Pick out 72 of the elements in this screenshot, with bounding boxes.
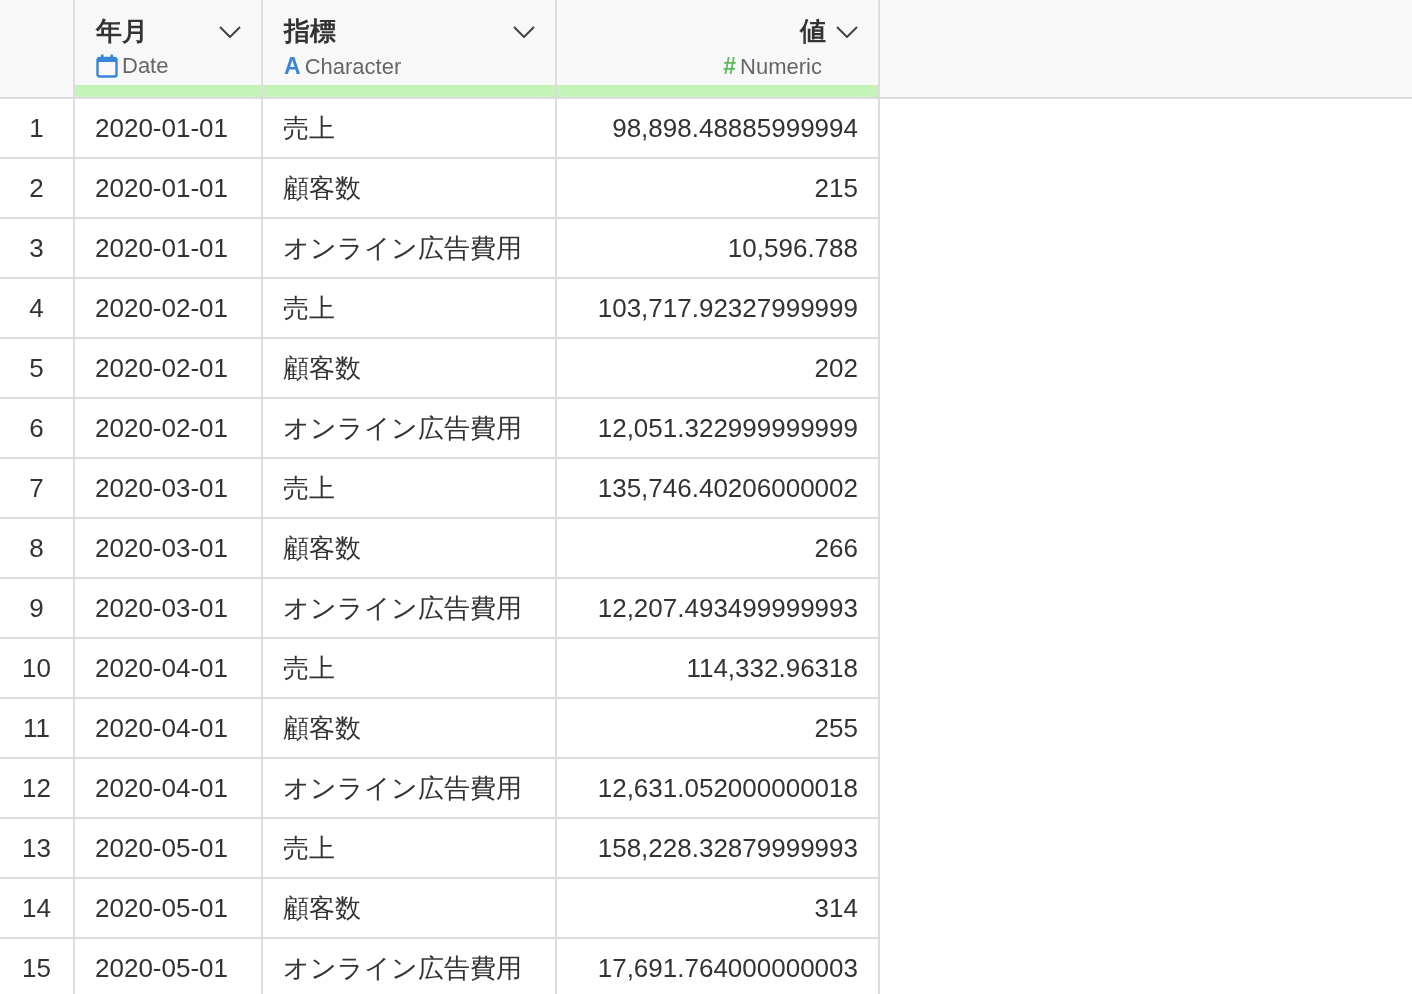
table-cell: 顧客数 (263, 519, 557, 579)
table-cell: 顧客数 (263, 879, 557, 939)
row-number: 6 (0, 399, 75, 459)
table-cell: 12,051.322999999999 (557, 399, 880, 459)
chevron-down-icon[interactable] (513, 25, 535, 38)
table-cell: 114,332.96318 (557, 639, 880, 699)
row-number: 4 (0, 279, 75, 339)
row-number: 14 (0, 879, 75, 939)
row-number: 15 (0, 939, 75, 994)
hash-icon: # (723, 53, 737, 80)
table-cell: 135,746.40206000002 (557, 459, 880, 519)
row-number: 3 (0, 219, 75, 279)
table-cell: 2020-03-01 (75, 579, 263, 639)
table-cell: 2020-04-01 (75, 699, 263, 759)
row-number: 7 (0, 459, 75, 519)
row-number: 13 (0, 819, 75, 879)
table-cell: 売上 (263, 819, 557, 879)
column-type-label: Character (304, 53, 402, 80)
table-cell: 202 (557, 339, 880, 399)
table-cell: 2020-02-01 (75, 339, 263, 399)
row-number: 8 (0, 519, 75, 579)
row-number: 11 (0, 699, 75, 759)
row-number: 2 (0, 159, 75, 219)
table-cell: 158,228.32879999993 (557, 819, 880, 879)
chevron-down-icon[interactable] (836, 25, 858, 38)
table-cell: 2020-05-01 (75, 879, 263, 939)
row-number: 5 (0, 339, 75, 399)
table-cell: 2020-04-01 (75, 639, 263, 699)
column-title: 値 (798, 15, 826, 48)
table-cell: 顧客数 (263, 699, 557, 759)
table-cell: 顧客数 (263, 339, 557, 399)
table-cell: 売上 (263, 99, 557, 159)
table-cell: 98,898.48885999994 (557, 99, 880, 159)
table-cell: 2020-04-01 (75, 759, 263, 819)
column-type-label: Date (122, 53, 169, 79)
calendar-icon (96, 54, 118, 78)
table-cell: 2020-01-01 (75, 99, 263, 159)
table-cell: 103,717.92327999999 (557, 279, 880, 339)
table-cell: 17,691.764000000003 (557, 939, 880, 994)
column-title: 指標 (284, 15, 337, 48)
column-title: 年月 (96, 15, 149, 48)
table-cell: 2020-02-01 (75, 279, 263, 339)
table-cell: 2020-03-01 (75, 459, 263, 519)
table-cell: 314 (557, 879, 880, 939)
row-number: 9 (0, 579, 75, 639)
row-number: 12 (0, 759, 75, 819)
row-number: 10 (0, 639, 75, 699)
table-cell: 255 (557, 699, 880, 759)
table-cell: 12,207.493499999993 (557, 579, 880, 639)
table-cell: オンライン広告費用 (263, 399, 557, 459)
chevron-down-icon[interactable] (219, 25, 241, 38)
table-cell: 2020-03-01 (75, 519, 263, 579)
table-cell: オンライン広告費用 (263, 219, 557, 279)
table-cell: 2020-01-01 (75, 219, 263, 279)
table-cell: 2020-05-01 (75, 939, 263, 994)
row-number: 1 (0, 99, 75, 159)
table-cell: 12,631.052000000018 (557, 759, 880, 819)
table-cell: 顧客数 (263, 159, 557, 219)
table-cell: 売上 (263, 459, 557, 519)
letter-a-icon: A (284, 53, 301, 80)
table-cell: 215 (557, 159, 880, 219)
table-cell: 売上 (263, 279, 557, 339)
table-cell: 2020-05-01 (75, 819, 263, 879)
table-cell: 266 (557, 519, 880, 579)
table-cell: 2020-02-01 (75, 399, 263, 459)
table-cell: オンライン広告費用 (263, 759, 557, 819)
table-cell: 2020-01-01 (75, 159, 263, 219)
table-cell: オンライン広告費用 (263, 579, 557, 639)
column-type-label: Numeric (740, 53, 822, 80)
table-cell: オンライン広告費用 (263, 939, 557, 994)
table-cell: 10,596.788 (557, 219, 880, 279)
table-cell: 売上 (263, 639, 557, 699)
